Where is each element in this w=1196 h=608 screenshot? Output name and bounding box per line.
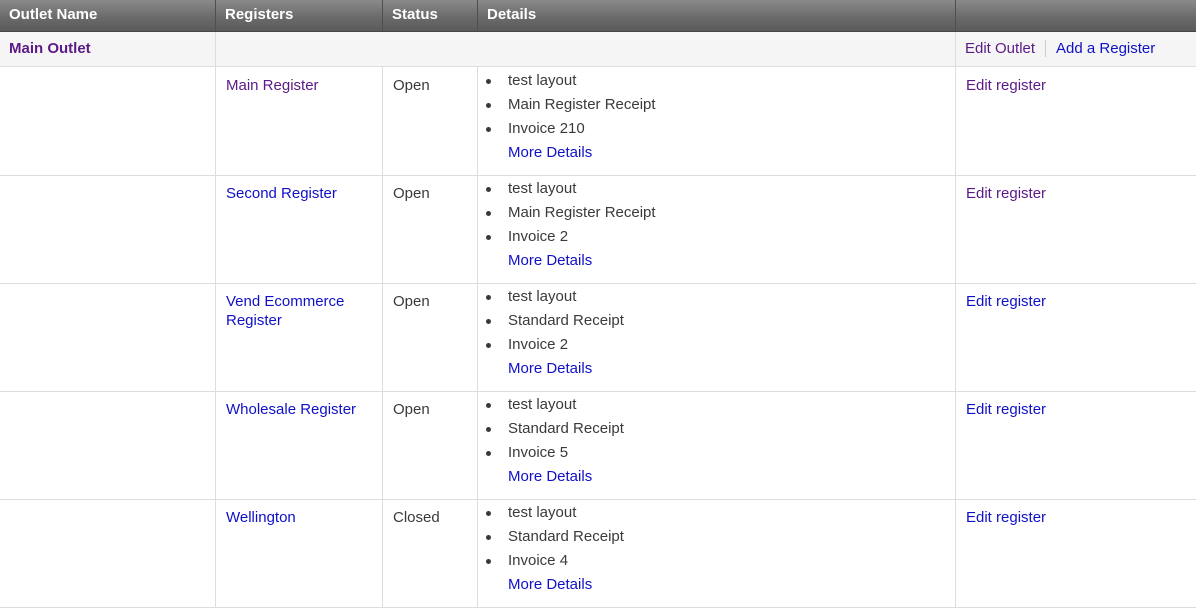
edit-register-link[interactable]: Edit register <box>966 292 1046 311</box>
register-name-link[interactable]: Wellington <box>226 508 376 527</box>
detail-item-layout: test layout <box>486 285 624 309</box>
column-divider <box>477 67 478 175</box>
column-header-actions <box>956 0 1196 31</box>
more-details-link[interactable]: More Details <box>508 360 592 377</box>
detail-item-receipt: Main Register Receipt <box>486 93 656 117</box>
column-divider <box>215 391 216 499</box>
detail-item-invoice: Invoice 2 <box>486 225 656 249</box>
detail-item-layout: test layout <box>486 177 656 201</box>
detail-item-layout: test layout <box>486 393 624 417</box>
register-name-link[interactable]: Second Register <box>226 184 376 203</box>
column-header-status[interactable]: Status <box>383 0 478 31</box>
detail-item-invoice: Invoice 5 <box>486 441 624 465</box>
column-divider <box>215 32 216 66</box>
edit-outlet-link[interactable]: Edit Outlet <box>965 40 1047 57</box>
column-divider <box>477 499 478 607</box>
register-name-link[interactable]: Vend Ecommerce Register <box>226 292 376 330</box>
outlets-registers-table: Outlet Name Registers Status Details Mai… <box>0 0 1196 608</box>
detail-item-receipt: Standard Receipt <box>486 309 624 333</box>
table-row: Vend Ecommerce Register Open test layout… <box>0 283 1196 392</box>
register-details-list: test layout Standard Receipt Invoice 5 M… <box>486 393 624 489</box>
table-row: Wholesale Register Open test layout Stan… <box>0 391 1196 500</box>
column-divider <box>477 175 478 283</box>
more-details-link[interactable]: More Details <box>508 576 592 593</box>
register-details-list: test layout Standard Receipt Invoice 2 M… <box>486 285 624 381</box>
column-divider <box>955 283 956 391</box>
column-divider <box>477 391 478 499</box>
register-status: Open <box>393 185 430 202</box>
column-divider <box>382 283 383 391</box>
column-divider <box>955 391 956 499</box>
register-details-list: test layout Standard Receipt Invoice 4 M… <box>486 501 624 597</box>
detail-item-layout: test layout <box>486 69 656 93</box>
register-details-list: test layout Main Register Receipt Invoic… <box>486 177 656 273</box>
column-divider <box>477 283 478 391</box>
table-row: Wellington Closed test layout Standard R… <box>0 499 1196 608</box>
register-name-link[interactable]: Wholesale Register <box>226 400 376 419</box>
detail-item-invoice: Invoice 210 <box>486 117 656 141</box>
add-register-link[interactable]: Add a Register <box>1046 40 1155 57</box>
register-name-link[interactable]: Main Register <box>226 76 376 95</box>
detail-item-receipt: Main Register Receipt <box>486 201 656 225</box>
column-divider <box>382 499 383 607</box>
register-status: Open <box>393 293 430 310</box>
register-status: Closed <box>393 509 440 526</box>
column-header-registers[interactable]: Registers <box>216 0 383 31</box>
column-divider <box>215 175 216 283</box>
column-divider <box>955 67 956 175</box>
outlet-name-link[interactable]: Main Outlet <box>9 40 91 57</box>
column-divider <box>382 391 383 499</box>
detail-item-receipt: Standard Receipt <box>486 417 624 441</box>
column-divider <box>382 175 383 283</box>
column-header-details[interactable]: Details <box>478 0 956 31</box>
column-divider <box>955 499 956 607</box>
table-row: Second Register Open test layout Main Re… <box>0 175 1196 284</box>
edit-register-link[interactable]: Edit register <box>966 184 1046 203</box>
table-header: Outlet Name Registers Status Details <box>0 0 1196 32</box>
column-divider <box>955 175 956 283</box>
column-divider <box>955 32 956 66</box>
register-status: Open <box>393 77 430 94</box>
detail-item-invoice: Invoice 4 <box>486 549 624 573</box>
column-divider <box>215 283 216 391</box>
table-row: Main Register Open test layout Main Regi… <box>0 67 1196 176</box>
detail-item-layout: test layout <box>486 501 624 525</box>
detail-item-invoice: Invoice 2 <box>486 333 624 357</box>
edit-register-link[interactable]: Edit register <box>966 76 1046 95</box>
edit-register-link[interactable]: Edit register <box>966 508 1046 527</box>
column-divider <box>215 499 216 607</box>
more-details-link[interactable]: More Details <box>508 468 592 485</box>
register-details-list: test layout Main Register Receipt Invoic… <box>486 69 656 165</box>
outlet-row: Main Outlet Edit Outlet Add a Register <box>0 32 1196 67</box>
column-header-outlet-name[interactable]: Outlet Name <box>0 0 216 31</box>
more-details-link[interactable]: More Details <box>508 144 592 161</box>
column-divider <box>382 67 383 175</box>
outlet-actions: Edit Outlet Add a Register <box>965 40 1155 57</box>
column-divider <box>215 67 216 175</box>
register-status: Open <box>393 401 430 418</box>
detail-item-receipt: Standard Receipt <box>486 525 624 549</box>
edit-register-link[interactable]: Edit register <box>966 400 1046 419</box>
more-details-link[interactable]: More Details <box>508 252 592 269</box>
